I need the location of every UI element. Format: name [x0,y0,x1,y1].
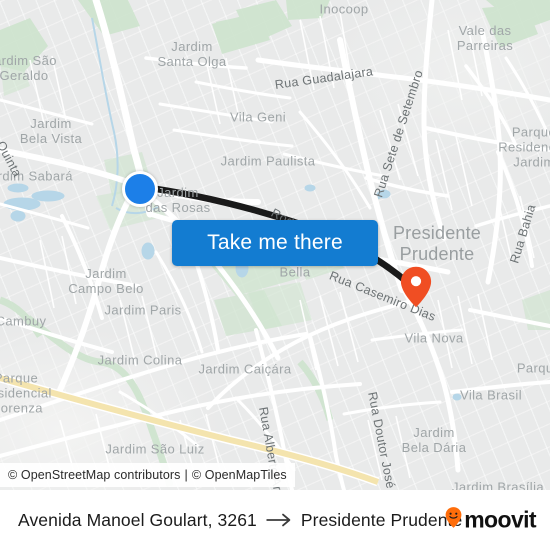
pin-icon [400,266,432,308]
take-me-there-button[interactable]: Take me there [172,220,378,266]
destination-pin-marker[interactable] [400,266,432,308]
moovit-map-screen: Inocoop Jardim Santa Olga Vale das Parreir… [0,0,550,550]
attribution-osm[interactable]: © OpenStreetMap contributors [8,468,181,482]
moovit-brand[interactable]: moovit [445,506,537,534]
attribution-tiles[interactable]: © OpenMapTiles [192,468,287,482]
arrow-right-icon [266,513,292,527]
moovit-pin-icon [445,507,462,534]
origin-dot-marker[interactable] [122,171,158,207]
moovit-wordmark: moovit [464,506,536,533]
arrow-right-glyph [266,513,291,527]
map-canvas[interactable]: Inocoop Jardim Santa Olga Vale das Parreir… [0,0,550,490]
route-origin-label: Avenida Manoel Goulart, 3261 [18,509,257,530]
route-footer: Avenida Manoel Goulart, 3261 Presidente … [0,490,550,550]
attribution-separator: | [184,468,188,482]
route-summary: Avenida Manoel Goulart, 3261 Presidente … [0,510,462,531]
route-destination-label: Presidente Prudente [300,509,463,530]
moovit-pin-glyph [445,507,462,528]
map-attribution: © OpenStreetMap contributors | © OpenMap… [0,463,295,487]
